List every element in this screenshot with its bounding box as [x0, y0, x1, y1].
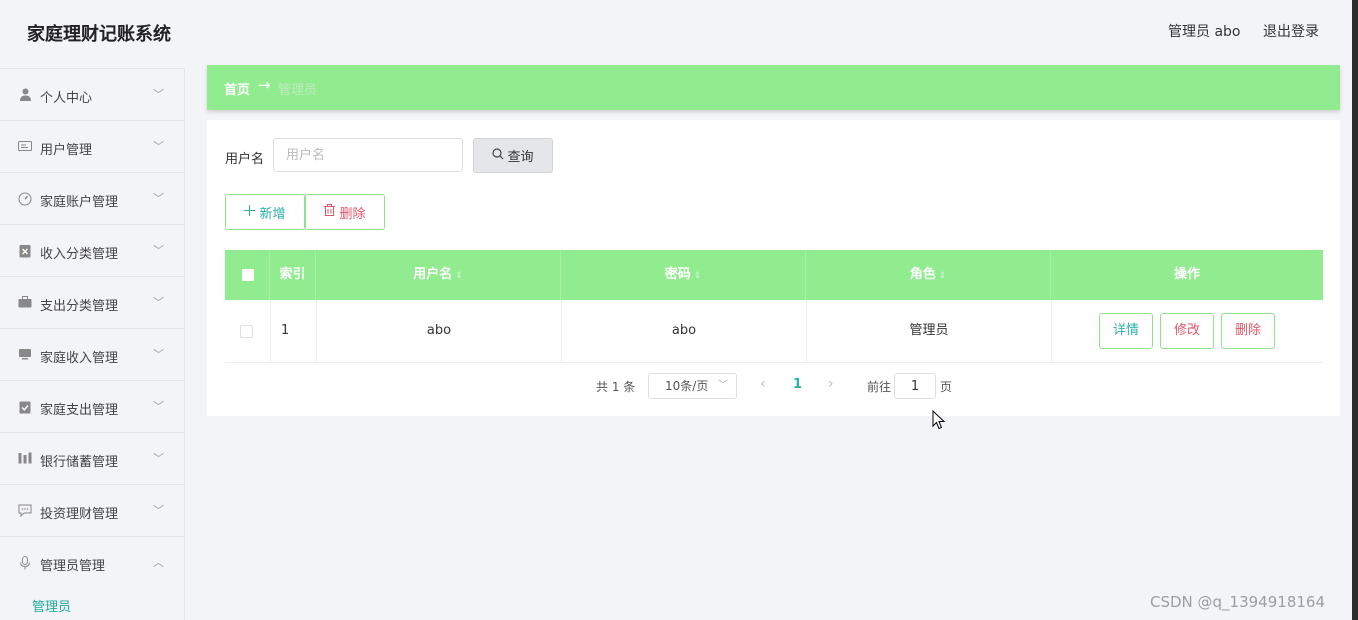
page-suffix-label: 页 [940, 380, 953, 394]
sidebar-item-label: 银行储蓄管理 [40, 455, 119, 470]
clipboard-check-icon [18, 400, 32, 414]
sidebar-item-family-income[interactable]: 家庭收入管理 ﹀ [0, 328, 184, 380]
box-icon [18, 244, 32, 258]
cell-username: abo [317, 300, 562, 362]
microphone-icon [18, 556, 32, 570]
bar-chart-icon [18, 452, 32, 466]
user-icon [18, 88, 32, 102]
gauge-icon [18, 192, 32, 206]
main-panel: 用户名 查询 新增 删除 索引 用户名⇕ [207, 120, 1340, 416]
sidebar-item-label: 支出分类管理 [40, 299, 119, 314]
chevron-up-icon: ︿ [153, 556, 164, 569]
admin-table: 索引 用户名 ⇕ 密码 ⇕ 角色 ⇕ 操作 1 abo abo 管理员 详情 修… [225, 250, 1323, 363]
arrow-right-icon: → [258, 76, 271, 94]
sidebar-item-user-management[interactable]: 用户管理 ﹀ [0, 120, 184, 172]
sidebar-item-label: 投资理财管理 [40, 507, 119, 522]
select-all-cell [225, 250, 270, 300]
page-size-select[interactable]: 10条/页 ﹀ [648, 373, 737, 399]
row-delete-button[interactable]: 删除 [1221, 313, 1275, 349]
comment-icon [18, 504, 32, 518]
sidebar-item-personal-center[interactable]: 个人中心 ﹀ [0, 68, 184, 120]
sidebar-item-label: 用户管理 [40, 143, 93, 158]
table-header: 索引 用户名 ⇕ 密码 ⇕ 角色 ⇕ 操作 [225, 250, 1323, 300]
window-edge [1352, 0, 1358, 620]
logout-link[interactable]: 退出登录 [1263, 21, 1319, 41]
goto-label: 前往 [867, 380, 892, 394]
chevron-down-icon: ﹀ [153, 348, 164, 361]
cell-index: 1 [271, 300, 317, 362]
row-checkbox[interactable] [240, 325, 253, 338]
goto-page-input[interactable] [894, 373, 936, 399]
query-button[interactable]: 查询 [473, 138, 553, 173]
chevron-down-icon: ﹀ [718, 380, 728, 391]
next-page-button[interactable]: › [828, 376, 834, 392]
sidebar-item-family-account[interactable]: 家庭账户管理 ﹀ [0, 172, 184, 224]
page-size-value: 10条/页 [665, 379, 709, 393]
sidebar-item-label: 收入分类管理 [40, 247, 119, 262]
suitcase-icon [18, 296, 32, 310]
chevron-down-icon: ﹀ [153, 244, 164, 257]
cell-actions: 详情 修改 删除 [1052, 300, 1323, 362]
username-search-label: 用户名 [225, 152, 265, 167]
sidebar-item-label: 个人中心 [40, 91, 93, 106]
table-row: 1 abo abo 管理员 详情 修改 删除 [225, 300, 1323, 363]
sidebar-item-investment[interactable]: 投资理财管理 ﹀ [0, 484, 184, 536]
page-number-current[interactable]: 1 [793, 377, 802, 392]
column-header-actions: 操作 [1173, 267, 1200, 282]
plus-icon [244, 204, 256, 220]
column-header-role[interactable]: 角色 ⇕ [806, 250, 1051, 300]
cell-role: 管理员 [807, 300, 1052, 362]
breadcrumb: 首页 → 管理员 [207, 65, 1340, 110]
chevron-down-icon: ﹀ [153, 400, 164, 413]
top-bar: 家庭理财记账系统 管理员 abo 退出登录 [0, 0, 1352, 62]
sidebar-item-label: 家庭账户管理 [40, 195, 119, 210]
query-button-label: 查询 [507, 150, 534, 165]
sidebar-item-income-category[interactable]: 收入分类管理 ﹀ [0, 224, 184, 276]
sidebar-subitem-admin[interactable]: 管理员 [32, 596, 71, 615]
select-all-checkbox[interactable] [242, 269, 254, 281]
breadcrumb-current: 管理员 [278, 83, 318, 98]
id-card-icon [18, 140, 32, 154]
sidebar-item-expense-category[interactable]: 支出分类管理 ﹀ [0, 276, 184, 328]
sort-icon[interactable]: ⇕ [455, 271, 463, 281]
watermark: CSDN @q_1394918164 [1150, 593, 1325, 611]
column-header-username[interactable]: 用户名 ⇕ [316, 250, 561, 300]
mouse-cursor-icon [932, 409, 946, 434]
app-title: 家庭理财记账系统 [27, 24, 171, 45]
monitor-icon [18, 348, 32, 362]
chevron-down-icon: ﹀ [153, 88, 164, 101]
sidebar-item-bank-savings[interactable]: 银行储蓄管理 ﹀ [0, 432, 184, 484]
chevron-down-icon: ﹀ [153, 504, 164, 517]
search-icon [492, 147, 504, 164]
row-select-cell [225, 300, 271, 362]
sidebar-item-family-expense[interactable]: 家庭支出管理 ﹀ [0, 380, 184, 432]
sort-icon[interactable]: ⇕ [694, 271, 702, 281]
trash-icon [324, 204, 336, 220]
batch-delete-button[interactable]: 删除 [305, 194, 385, 230]
chevron-down-icon: ﹀ [153, 140, 164, 153]
pagination: 共 1 条 10条/页 ﹀ ‹ 1 › 前往 页 [207, 370, 1340, 400]
chevron-down-icon: ﹀ [153, 452, 164, 465]
sidebar-item-label: 家庭支出管理 [40, 403, 119, 418]
sidebar-item-admin-management[interactable]: 管理员管理 ︿ [0, 536, 184, 588]
sidebar-item-label: 管理员管理 [40, 559, 106, 574]
cell-password: abo [562, 300, 807, 362]
add-button-label: 新增 [259, 206, 286, 222]
chevron-down-icon: ﹀ [153, 296, 164, 309]
pagination-total: 共 1 条 [596, 380, 636, 394]
chevron-down-icon: ﹀ [153, 192, 164, 205]
batch-delete-label: 删除 [339, 206, 366, 222]
sidebar-item-label: 家庭收入管理 [40, 351, 119, 366]
add-button[interactable]: 新增 [225, 194, 305, 230]
sort-icon[interactable]: ⇕ [939, 271, 947, 281]
column-header-index: 索引 [270, 250, 316, 300]
edit-button[interactable]: 修改 [1160, 313, 1214, 349]
current-user-label: 管理员 abo [1168, 24, 1241, 40]
prev-page-button[interactable]: ‹ [760, 376, 766, 392]
detail-button[interactable]: 详情 [1099, 313, 1153, 349]
username-search-input[interactable] [273, 138, 463, 172]
column-header-password[interactable]: 密码 ⇕ [561, 250, 806, 300]
sidebar: 个人中心 ﹀ 用户管理 ﹀ 家庭账户管理 ﹀ 收入分类管理 ﹀ 支出分类管理 ﹀… [0, 68, 185, 620]
breadcrumb-home-link[interactable]: 首页 [224, 79, 250, 98]
